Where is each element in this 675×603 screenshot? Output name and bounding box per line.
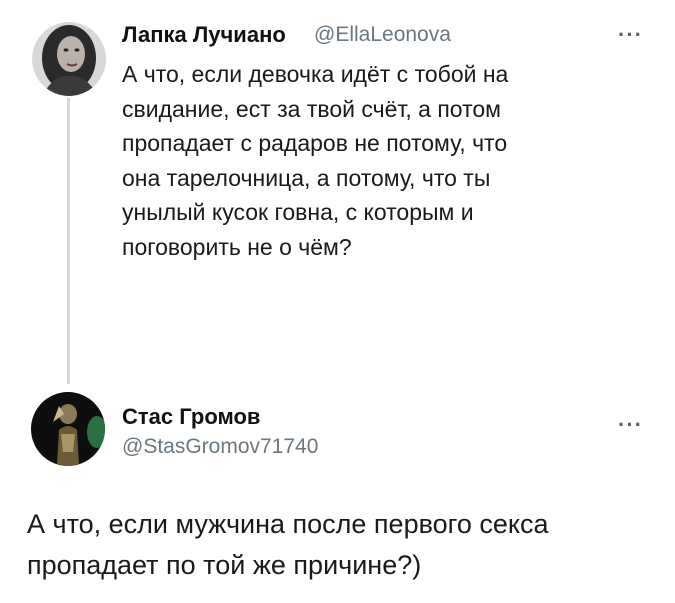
avatar-photo-woman bbox=[32, 22, 106, 96]
author-handle[interactable]: @EllaLeonova bbox=[314, 23, 451, 47]
author-name[interactable]: Лапка Лучиано bbox=[122, 22, 286, 48]
avatar-photo-figure bbox=[31, 392, 105, 466]
more-horizontal-icon[interactable]: ··· bbox=[618, 24, 643, 46]
author-name[interactable]: Стас Громов bbox=[122, 404, 260, 430]
more-horizontal-icon[interactable]: ··· bbox=[618, 414, 643, 436]
thread-connector-line bbox=[67, 98, 70, 384]
tweet-text: А что, если девочка идёт с тобой на свид… bbox=[122, 61, 509, 260]
tweet-text: А что, если мужчина после первого секса … bbox=[27, 509, 549, 580]
avatar-lapka[interactable] bbox=[32, 22, 106, 96]
author-handle[interactable]: @StasGromov71740 bbox=[122, 435, 318, 459]
avatar-stas[interactable] bbox=[31, 392, 105, 466]
